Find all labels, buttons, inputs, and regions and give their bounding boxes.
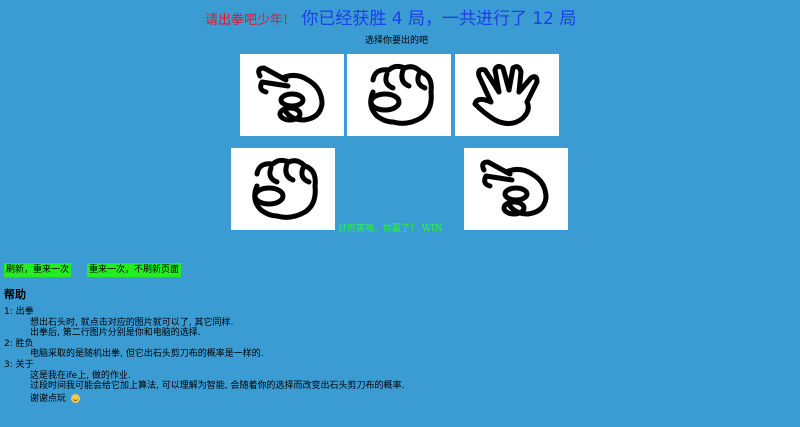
prompt-text: 请出拳吧少年! xyxy=(205,13,289,28)
help-thanks: 谢谢点玩 xyxy=(30,393,67,404)
rock-fist-icon xyxy=(252,157,318,220)
help-s2-line1: 电脑采取的是随机出拳, 但它出石头剪刀布的概率是一样的. xyxy=(30,349,264,360)
restart-button[interactable]: 重来一次，不刷新页面 xyxy=(87,263,182,277)
header: 请出拳吧少年! 你已经获胜 4 局，一共进行了 12 局 xyxy=(205,4,576,29)
player-result xyxy=(231,148,335,230)
verdict-text: 好厉害哦，你赢了！ WIN xyxy=(338,224,443,234)
scissors-hand-icon xyxy=(480,159,549,217)
help-section: 1: 出拳 想出石头时, 就点击对应的图片就可以了, 其它同样. 出拳后, 第二… xyxy=(4,307,404,404)
help-s1-title: 1: 出拳 xyxy=(4,307,34,317)
help-title: 帮助 xyxy=(4,288,26,301)
choice-rock[interactable] xyxy=(347,54,451,136)
computer-result xyxy=(464,148,568,230)
choice-paper[interactable] xyxy=(455,54,559,136)
rock-fist-icon xyxy=(368,63,434,126)
help-thanks-row: 谢谢点玩 xyxy=(4,393,404,405)
action-bar: 刷新，重来一次 重来一次，不刷新页面 xyxy=(4,263,182,277)
help-s3-line1: 这是我在ife上, 做的作业. xyxy=(30,370,131,381)
choice-scissors[interactable] xyxy=(240,54,344,136)
help-s2-title: 2: 胜负 xyxy=(4,338,34,349)
help-s1-line2: 出拳后, 第二行图片分别是你和电脑的选择. xyxy=(30,328,201,339)
scissors-hand-icon xyxy=(256,65,325,123)
score-text: 你已经获胜 4 局，一共进行了 12 局 xyxy=(301,9,577,29)
help-s1-line1: 想出石头时, 就点击对应的图片就可以了, 其它同样. xyxy=(30,317,234,328)
paper-hand-icon xyxy=(472,63,540,126)
refresh-button[interactable]: 刷新，重来一次 xyxy=(4,263,72,277)
smiley-icon xyxy=(70,393,80,403)
help-s3-title: 3: 关于 xyxy=(4,359,34,370)
choose-label: 选择你要出的吧 xyxy=(365,36,429,46)
help-s3-line2: 过段时间我可能会给它加上算法, 可以理解为智能, 会随着你的选择而改变出石头剪刀… xyxy=(30,381,405,392)
